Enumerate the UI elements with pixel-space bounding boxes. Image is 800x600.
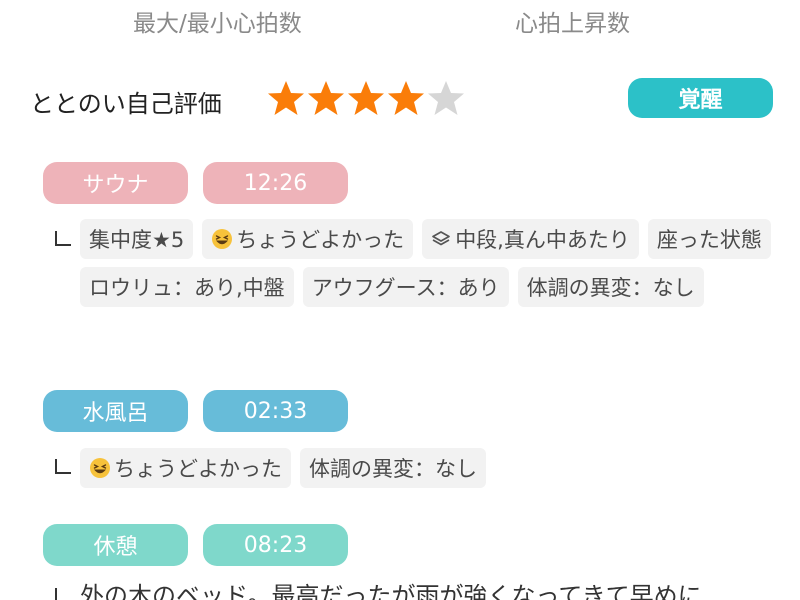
star-rating — [266, 78, 466, 118]
session-note: 外の木のベッド。最高だったが雨が強くなってきて早めに — [80, 582, 702, 600]
star-filled-icon — [388, 81, 424, 115]
grinning-face-icon — [90, 458, 110, 478]
tag-chip-label: 座った状態 — [656, 228, 762, 252]
tag-chip: ロウリュ：あり,中盤 — [80, 267, 294, 307]
tag-chip-label: 中段,真ん中あたり — [455, 228, 630, 252]
session-type-badge: 水風呂 — [43, 390, 188, 432]
tag-chip-label: 集中度★5 — [89, 228, 185, 252]
session-duration-badge: 08:23 — [203, 524, 348, 566]
session-duration-badge: 12:26 — [203, 162, 348, 204]
branch-connector-icon — [55, 459, 71, 474]
session-duration-badge: 02:33 — [203, 390, 348, 432]
self-evaluation-label: ととのい自己評価 — [30, 90, 222, 118]
tag-chip: 体調の異変：なし — [300, 448, 486, 488]
star-empty-icon — [428, 81, 464, 115]
tag-chip-label: ちょうどよかった — [236, 228, 405, 252]
tag-chip: 座った状態 — [647, 219, 771, 259]
self-evaluation-row: ととのい自己評価 覚醒 — [0, 78, 800, 122]
session-tags: ちょうどよかった 体調の異変：なし — [80, 448, 780, 488]
status-badge: 覚醒 — [628, 78, 773, 118]
heart-rate-header: 最大/最小心拍数 心拍上昇数 — [0, 0, 800, 40]
tag-chip-label: 体調の異変：なし — [526, 276, 695, 300]
tag-chip: アウフグース：あり — [302, 267, 509, 307]
grinning-face-icon — [212, 229, 233, 249]
tag-chip: ちょうどよかった — [202, 219, 414, 259]
tag-chip: 集中度★5 — [80, 219, 194, 259]
tag-chip: ちょうどよかった — [80, 448, 291, 488]
layers-icon — [432, 231, 451, 246]
branch-connector-icon — [55, 231, 71, 246]
tag-chip-label: 体調の異変：なし — [309, 457, 477, 481]
tag-chip: 体調の異変：なし — [517, 267, 704, 307]
star-filled-icon — [268, 81, 304, 115]
star-filled-icon — [348, 81, 384, 115]
tag-chip-label: ロウリュ：あり,中盤 — [89, 276, 285, 300]
star-filled-icon — [308, 81, 344, 115]
tag-chip-label: アウフグース：あり — [311, 276, 500, 300]
tag-chip: 中段,真ん中あたり — [422, 219, 639, 259]
tag-chip-label: ちょうどよかった — [114, 457, 282, 481]
max-min-heart-rate-label: 最大/最小心拍数 — [133, 11, 302, 37]
branch-connector-icon — [55, 588, 71, 600]
session-type-badge: サウナ — [43, 162, 188, 204]
session-tags: 集中度★5 ちょうどよかった 中段,真ん中あたり 座った状態ロウリュ：あり,中盤 アウフ… — [80, 219, 780, 307]
heart-rate-increase-label: 心拍上昇数 — [515, 11, 630, 37]
session-type-badge: 休憩 — [43, 524, 188, 566]
